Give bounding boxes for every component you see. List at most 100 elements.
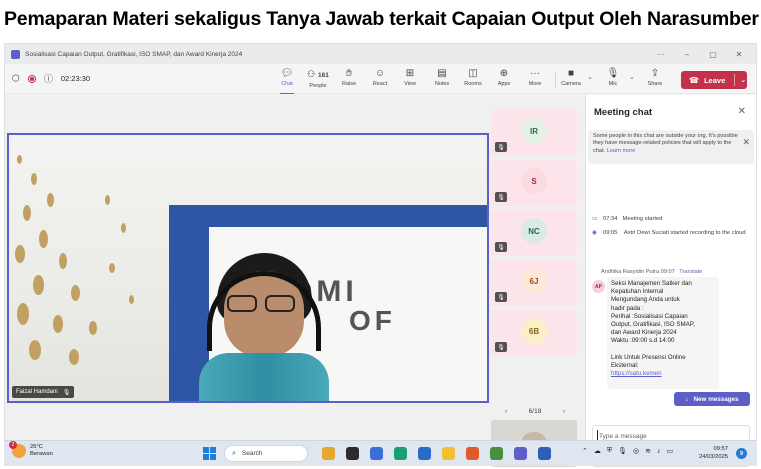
chat-icon: 💬︎ bbox=[280, 68, 294, 79]
participant-avatar: S bbox=[521, 168, 547, 194]
phone-icon: ☎ bbox=[689, 75, 699, 85]
taskbar-search[interactable]: ⌕ Search bbox=[224, 445, 308, 462]
chat-title: Meeting chat bbox=[594, 107, 653, 118]
participant-tile[interactable]: S 🎙︎ bbox=[491, 160, 577, 206]
arrow-down-icon: ↓ bbox=[685, 395, 689, 403]
mic-tray-icon[interactable]: 🎙︎ bbox=[618, 447, 627, 455]
participant-tile[interactable]: NC 🎙︎ bbox=[491, 210, 577, 256]
participant-tile[interactable]: 6B 🎙︎ bbox=[491, 310, 577, 356]
weather-widget[interactable]: 2 26°C Berawan bbox=[9, 441, 53, 458]
participant-tile[interactable]: IR 🎙︎ bbox=[491, 110, 577, 156]
camera-chevron-icon[interactable]: ⌄ bbox=[587, 73, 593, 81]
search-icon: ⌕ bbox=[232, 449, 236, 457]
task-view-icon[interactable] bbox=[346, 447, 359, 460]
participant-avatar: 6B bbox=[521, 318, 547, 344]
window-title: Sosialisasi Capaian Output, Gratifikasi,… bbox=[25, 50, 243, 58]
taskbar-clock[interactable]: 09:57 24/03/2025 bbox=[699, 445, 728, 461]
teams-icon[interactable] bbox=[514, 447, 527, 460]
start-icon[interactable] bbox=[203, 447, 216, 460]
participant-tile[interactable]: 6J 🎙︎ bbox=[491, 260, 577, 306]
add-apps-icon: ⊕ bbox=[499, 68, 509, 79]
new-messages-button[interactable]: ↓ New messages bbox=[674, 392, 750, 406]
more-options-icon[interactable]: ··· bbox=[648, 50, 674, 59]
meeting-timer: 02:23:30 bbox=[60, 74, 91, 83]
maximize-icon[interactable]: ▢ bbox=[700, 50, 726, 59]
leave-divider bbox=[734, 74, 736, 86]
mic-button[interactable]: 🎙︎ Mic bbox=[599, 68, 627, 92]
share-icon: ⇪ bbox=[650, 68, 660, 79]
mic-off-icon: 🎙︎ bbox=[495, 292, 507, 302]
location-icon[interactable]: ◎ bbox=[633, 447, 639, 455]
windows-taskbar: 2 26°C Berawan ⌕ Search ⌃ ☁ ⛨ 🎙︎ ◎ ≋ ♪ ▭… bbox=[4, 440, 757, 466]
leave-button[interactable]: ☎ Leave ⌄ bbox=[681, 71, 747, 89]
message-header: Andhika Rasyidin Putra 09:07 Translate bbox=[601, 269, 703, 275]
chrome-icon[interactable] bbox=[490, 447, 503, 460]
teams-window: Sosialisasi Capaian Output, Gratifikasi,… bbox=[4, 43, 757, 467]
raise-hand-button[interactable]: ✋︎ Raise bbox=[335, 68, 363, 92]
recording-icon: ◉ bbox=[592, 230, 598, 236]
minimize-icon[interactable]: – bbox=[674, 50, 700, 59]
notification-badge[interactable]: 9 bbox=[736, 448, 747, 459]
system-tray: ⌃ ☁ ⛨ 🎙︎ ◎ ≋ ♪ ▭ bbox=[582, 447, 679, 455]
mic-chevron-icon[interactable]: ⌄ bbox=[629, 73, 635, 81]
chat-app-icon[interactable] bbox=[370, 447, 383, 460]
onedrive-icon[interactable]: ☁ bbox=[594, 447, 601, 455]
toolbar-divider bbox=[555, 72, 556, 88]
mic-off-icon: 🎙︎ bbox=[495, 242, 507, 252]
view-button[interactable]: ⊞ View bbox=[396, 68, 424, 92]
close-chat-icon[interactable]: ✕ bbox=[738, 106, 746, 117]
presensi-link[interactable]: https://satu.kemen bbox=[611, 370, 715, 378]
chat-button[interactable]: 💬︎ Chat bbox=[273, 68, 301, 94]
shield-icon[interactable]: ⬡ bbox=[12, 73, 20, 84]
window-controls: ··· – ▢ ✕ bbox=[648, 44, 752, 64]
meeting-toolbar: ⬡ ⓘ 02:23:30 💬︎ Chat ⚇ 161 People ✋︎ Rai… bbox=[5, 64, 756, 94]
edge-icon[interactable] bbox=[394, 447, 407, 460]
next-page-icon[interactable]: › bbox=[563, 408, 565, 415]
rooms-button[interactable]: ◫ Rooms bbox=[459, 68, 487, 92]
teams-logo-icon bbox=[11, 49, 20, 59]
file-explorer-icon[interactable] bbox=[442, 447, 455, 460]
volume-icon[interactable]: ♪ bbox=[657, 448, 661, 455]
word-icon[interactable] bbox=[538, 447, 551, 460]
leave-chevron-icon[interactable]: ⌄ bbox=[740, 76, 746, 84]
wifi-icon[interactable]: ≋ bbox=[645, 447, 651, 455]
mic-off-icon: 🎙︎ bbox=[495, 142, 507, 152]
app-icon[interactable] bbox=[466, 447, 479, 460]
mic-off-icon: 🎙︎ bbox=[495, 192, 507, 202]
camera-icon: ■ bbox=[567, 68, 575, 79]
battery-icon[interactable]: ▭ bbox=[667, 447, 674, 455]
chat-message: Seksi Manajemen Satker dan Kepatuhan Int… bbox=[607, 277, 719, 389]
ellipsis-icon: ··· bbox=[530, 68, 540, 79]
previous-page-icon[interactable]: ‹ bbox=[505, 408, 507, 415]
participant-avatar: NC bbox=[521, 218, 547, 244]
notes-icon: ▤ bbox=[437, 68, 447, 79]
more-button[interactable]: ··· More bbox=[521, 68, 549, 92]
rooms-icon: ◫ bbox=[468, 68, 478, 79]
screen: Pemaparan Materi sekaligus Tanya Jawab t… bbox=[0, 0, 761, 469]
camera-button[interactable]: ■ Camera bbox=[557, 68, 585, 92]
translate-link[interactable]: Translate bbox=[679, 269, 702, 275]
people-button[interactable]: ⚇ 161 People bbox=[304, 68, 332, 92]
speaker-video[interactable]: OMI OF Faizal Hamdani 🎙︎ bbox=[7, 133, 489, 403]
share-button[interactable]: ⇪ Share bbox=[641, 68, 669, 92]
people-icon: ⚇ 161 bbox=[307, 69, 329, 79]
participant-avatar: 6J bbox=[521, 268, 547, 294]
apps-button[interactable]: ⊕ Apps bbox=[490, 68, 518, 92]
mic-off-icon: 🎙︎ bbox=[495, 342, 507, 352]
speaker-figure bbox=[199, 253, 329, 401]
close-window-icon[interactable]: ✕ bbox=[726, 50, 752, 59]
learn-more-link[interactable]: Learn more bbox=[607, 148, 636, 154]
chevron-up-icon[interactable]: ⌃ bbox=[582, 447, 588, 455]
info-icon[interactable]: ⓘ bbox=[44, 72, 53, 85]
notes-button[interactable]: ▤ Notes bbox=[428, 68, 456, 92]
dismiss-notice-icon[interactable]: ✕ bbox=[742, 137, 750, 147]
security-icon[interactable]: ⛨ bbox=[607, 447, 612, 455]
speaker-name-tag: Faizal Hamdani 🎙︎ bbox=[12, 386, 75, 398]
meeting-stage: OMI OF Faizal Hamdani 🎙︎ IR 🎙︎ S 🎙︎ NC 🎙… bbox=[5, 95, 585, 467]
smiley-icon: ☺ bbox=[374, 68, 386, 79]
video-camera-icon: ▭ bbox=[592, 216, 598, 222]
video-background: OMI OF bbox=[9, 135, 487, 401]
widgets-icon[interactable] bbox=[322, 447, 335, 460]
react-button[interactable]: ☺ React bbox=[366, 68, 394, 92]
store-icon[interactable] bbox=[418, 447, 431, 460]
